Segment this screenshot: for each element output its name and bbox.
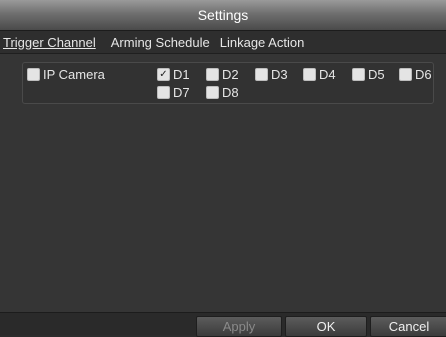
checkbox-icon [352,68,365,81]
ip-camera-label: IP Camera [43,67,105,82]
channel-label: D5 [368,67,385,82]
content-area: IP Camera ✓ D1 D2 D3 D4 D5 D6 D7 D8 [0,54,446,312]
channel-d7-checkbox[interactable]: D7 [157,85,190,100]
channel-group: IP Camera ✓ D1 D2 D3 D4 D5 D6 D7 D8 [22,62,434,104]
checkbox-icon [27,68,40,81]
tab-linkage-action[interactable]: Linkage Action [215,35,310,50]
channel-d4-checkbox[interactable]: D4 [303,67,336,82]
channel-label: D3 [271,67,288,82]
checkmark-icon: ✓ [157,68,170,81]
channel-d3-checkbox[interactable]: D3 [255,67,288,82]
channel-label: D6 [415,67,432,82]
footer-bar: Apply OK Cancel [0,312,446,337]
channel-d6-checkbox[interactable]: D6 [399,67,432,82]
tab-arming-schedule[interactable]: Arming Schedule [106,35,215,50]
checkbox-icon [303,68,316,81]
channel-d8-checkbox[interactable]: D8 [206,85,239,100]
channel-label: D1 [173,67,190,82]
tab-trigger-channel[interactable]: Trigger Channel [0,35,106,50]
checkbox-icon [206,68,219,81]
channel-d5-checkbox[interactable]: D5 [352,67,385,82]
window-title: Settings [197,7,249,23]
checkbox-icon [255,68,268,81]
channel-d1-checkbox[interactable]: ✓ D1 [157,67,190,82]
tab-bar: Trigger Channel Arming Schedule Linkage … [0,31,446,54]
checkbox-icon [206,86,219,99]
title-bar: Settings [0,0,446,31]
ip-camera-checkbox[interactable]: IP Camera [27,67,105,82]
channel-label: D4 [319,67,336,82]
channel-label: D7 [173,85,190,100]
channel-d2-checkbox[interactable]: D2 [206,67,239,82]
checkbox-icon [157,86,170,99]
checkbox-icon [399,68,412,81]
channel-label: D2 [222,67,239,82]
channel-label: D8 [222,85,239,100]
